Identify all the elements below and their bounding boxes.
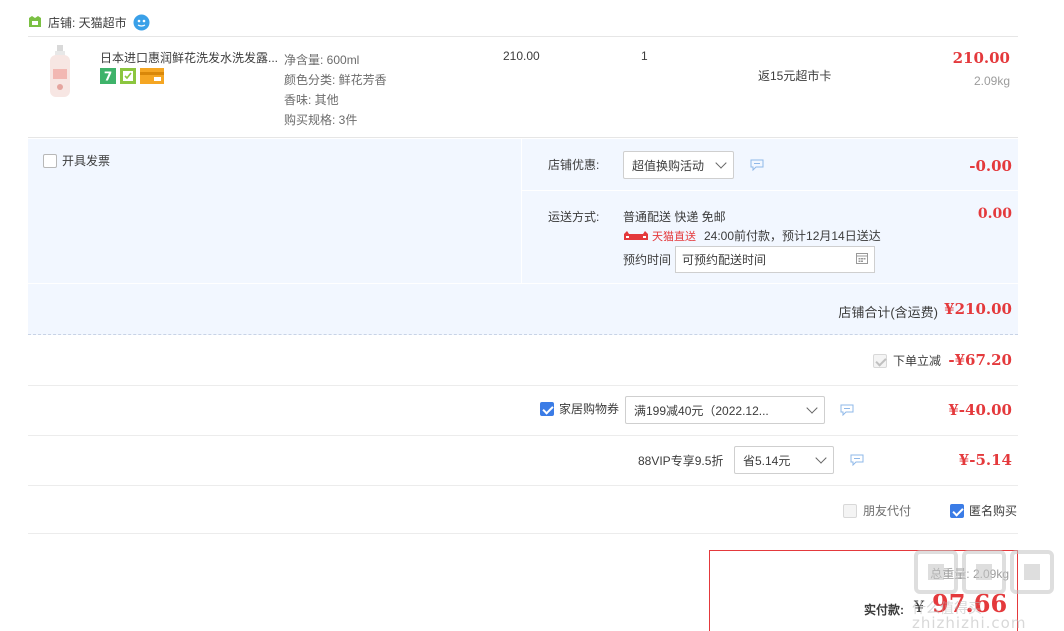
shop-name[interactable]: 店铺: 天猫超市	[48, 14, 127, 31]
unit-price: 210.00	[503, 49, 540, 63]
shop-promo-label: 店铺优惠:	[548, 158, 600, 172]
anonymous-checkbox[interactable]	[950, 503, 964, 518]
instant-discount-checkbox	[873, 353, 887, 368]
vip-discount-label: 88VIP专享9.5折	[638, 454, 724, 468]
shop-promo-value: -0.00	[969, 157, 1012, 175]
watermark: 什么值得买 zhizhizhi.com	[912, 546, 1062, 631]
vip-discount-row: 88VIP专享9.5折 省5.14元 ¥-5.14	[28, 436, 1018, 486]
reserve-time-label: 预约时间	[623, 253, 672, 267]
instant-discount-option: 下单立减	[873, 352, 941, 369]
product-title[interactable]: 日本进口惠润鲜花洗发水洗发露...	[100, 49, 280, 66]
coupon-selected: 满199减40元（2022.12...	[634, 403, 769, 418]
shipping-label: 运送方式:	[548, 210, 600, 224]
product-thumbnail[interactable]	[46, 45, 74, 99]
vip-discount-select[interactable]: 省5.14元	[734, 446, 834, 474]
friend-pay-checkbox[interactable]	[843, 503, 857, 518]
reserve-time-line: 预约时间 可预约配送时间	[623, 246, 876, 273]
divider	[28, 283, 1018, 284]
quantity: 1	[641, 49, 648, 63]
anonymous-option[interactable]: 匿名购买	[950, 502, 1017, 519]
coupon-value: ¥-40.00	[948, 401, 1012, 419]
seven-day-return-icon: 7	[100, 68, 116, 84]
reserve-time-input[interactable]: 可预约配送时间	[675, 246, 876, 273]
purchase-options-row: 朋友代付 匿名购买	[28, 486, 1018, 534]
reserve-time-placeholder: 可预约配送时间	[682, 253, 767, 267]
coupon-checkbox[interactable]	[540, 401, 554, 416]
shop-total-value: ¥210.00	[944, 300, 1012, 318]
product-row: 日本进口惠润鲜花洗发水洗发露... 7 净含量: 600ml 颜色分类: 鲜花芳…	[28, 36, 1018, 138]
instant-discount-value: -¥67.20	[948, 351, 1012, 369]
shop-icon	[28, 16, 42, 28]
sku-net-content: 净含量: 600ml	[284, 53, 360, 67]
chevron-down-icon	[715, 157, 727, 169]
shop-promo-selected: 超值换购活动	[632, 158, 705, 173]
divider	[521, 139, 522, 283]
anonymous-label: 匿名购买	[969, 504, 1018, 518]
tmall-delivery-badge: 天猫直送	[623, 228, 696, 244]
shop-options: 开具发票 店铺优惠: 超值换购活动 -0.00 运送方式: 普通配送 快递 免邮…	[28, 139, 1018, 335]
instant-discount-label: 下单立减	[893, 354, 942, 368]
coupon-select[interactable]: 满199减40元（2022.12...	[625, 396, 825, 424]
product-subtotal: 210.00	[952, 49, 1010, 67]
vip-discount-value: ¥-5.14	[958, 451, 1012, 469]
watermark-url: zhizhizhi.com	[912, 614, 1027, 631]
shop-header: 店铺: 天猫超市	[28, 10, 150, 34]
vip-discount-selected: 省5.14元	[743, 453, 791, 468]
coupon-row: 家居购物券 满199减40元（2022.12... ¥-40.00	[28, 386, 1018, 436]
divider	[522, 190, 1018, 191]
credit-card-icon	[140, 68, 164, 84]
message-icon[interactable]	[850, 454, 864, 467]
friend-pay-option[interactable]: 朋友代付	[843, 502, 911, 519]
instant-discount-row: 下单立减 -¥67.20	[28, 336, 1018, 386]
chevron-down-icon	[815, 452, 827, 464]
tmall-cat-icon	[624, 230, 648, 240]
shipping-schedule-line: 天猫直送 24:00前付款，预计12月14日送达	[623, 227, 881, 244]
tmall-delivery-text: 天猫直送	[652, 230, 696, 243]
sku-spec: 购买规格: 3件	[284, 113, 358, 127]
shop-total-label: 店铺合计(含运费)	[838, 305, 938, 320]
product-weight: 2.09kg	[973, 74, 1010, 88]
quality-guarantee-icon	[120, 68, 136, 84]
message-icon[interactable]	[840, 404, 854, 417]
chat-icon[interactable]	[133, 14, 150, 31]
amount-label: 实付款:	[864, 603, 904, 617]
shipping-method: 普通配送 快递 免邮	[623, 210, 726, 224]
product-sku: 净含量: 600ml 颜色分类: 鲜花芳香 香味: 其他 购买规格: 3件	[284, 50, 387, 130]
friend-pay-label: 朋友代付	[863, 504, 912, 518]
sku-color: 颜色分类: 鲜花芳香	[284, 73, 387, 87]
shipping-value: 0.00	[977, 206, 1012, 222]
invoice-option[interactable]: 开具发票	[43, 152, 110, 169]
coupon-label: 家居购物券	[559, 402, 620, 416]
invoice-label: 开具发票	[62, 154, 111, 168]
shop-promo-select[interactable]: 超值换购活动	[623, 151, 734, 179]
gift-offer: 返15元超市卡	[758, 69, 832, 83]
svg-text:7: 7	[104, 70, 112, 84]
message-icon[interactable]	[750, 159, 764, 172]
coupon-option[interactable]: 家居购物券	[540, 400, 619, 417]
invoice-checkbox[interactable]	[43, 153, 57, 168]
calendar-icon[interactable]	[856, 252, 869, 267]
chevron-down-icon	[806, 402, 818, 414]
sku-scent: 香味: 其他	[284, 93, 339, 107]
service-badges: 7	[100, 68, 164, 84]
shipping-schedule: 24:00前付款，预计12月14日送达	[704, 229, 881, 243]
